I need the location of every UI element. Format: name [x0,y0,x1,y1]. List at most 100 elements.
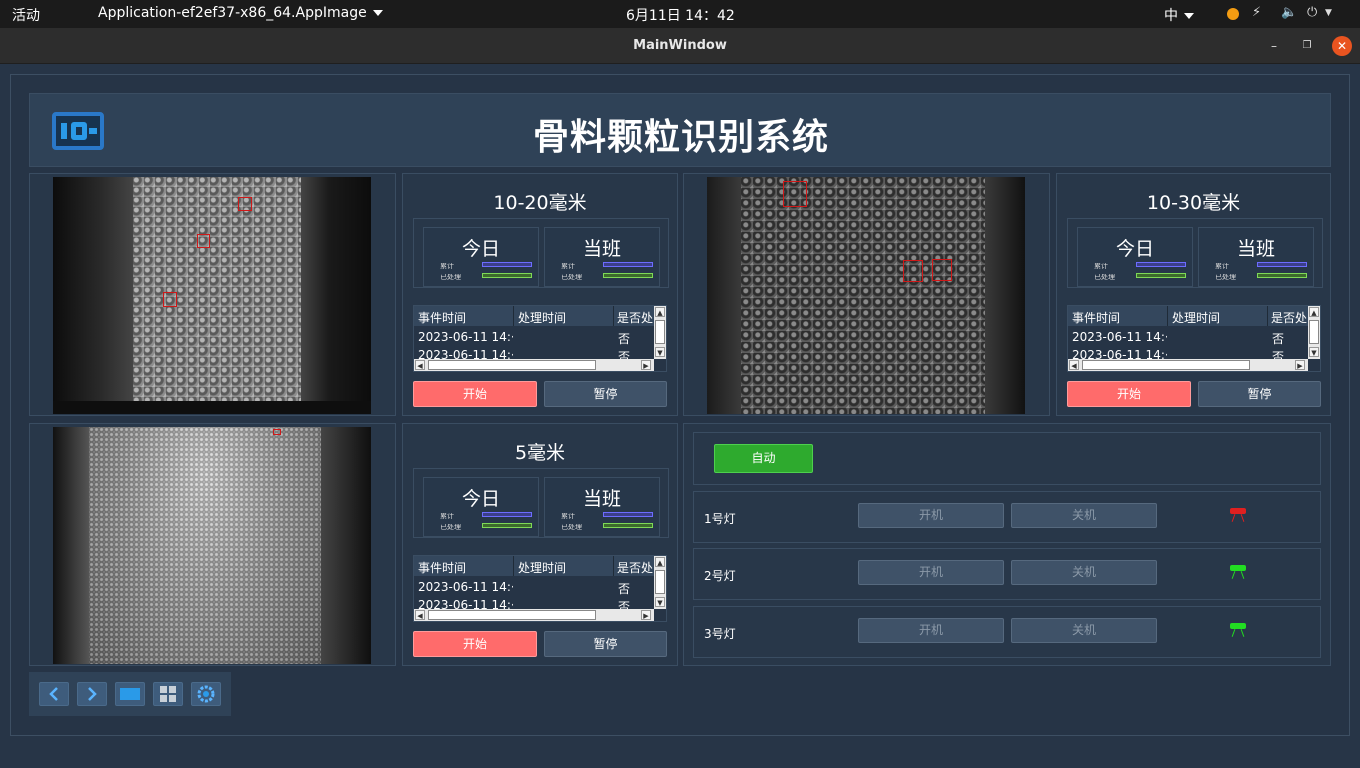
lamp-on-button[interactable]: 开机 [858,618,1004,643]
horizontal-scrollbar[interactable]: ◀ ▶ [1068,359,1308,371]
scroll-down-icon[interactable]: ▼ [655,347,665,357]
column-header-handled[interactable]: 是否处 [1271,309,1308,326]
table-row[interactable]: 2023-06-11 14:··· 否 [1068,328,1308,346]
pause-button[interactable]: 暂停 [1198,381,1321,407]
event-table[interactable]: 事件时间 处理时间 是否处 2023-06-11 14:··· 否 2023-0… [413,555,667,622]
mini-label: 已处理 [440,274,461,280]
lamp-off-button[interactable]: 关机 [1011,503,1157,528]
lamp-on-button[interactable]: 开机 [858,560,1004,585]
lamp-status-icon [1228,623,1248,639]
power-menu-chevron-icon[interactable]: ▼ [1325,8,1332,18]
scroll-left-icon[interactable]: ◀ [415,610,425,620]
power-icon[interactable]: ⏻ [1307,5,1317,20]
table-header: 事件时间 处理时间 是否处 [414,306,654,326]
pause-button[interactable]: 暂停 [544,381,667,407]
camera-feed-2 [707,177,1025,414]
handled-bar [603,523,653,528]
counter-cards: 今日 累计 已处理 当班 累计 已处理 [1067,218,1323,288]
column-header-event-time[interactable]: 事件时间 [418,559,510,576]
clock[interactable]: 6月11日 14：42 [626,5,735,25]
chevron-down-icon [1184,13,1194,19]
handled-bar [482,523,532,528]
close-icon[interactable]: ✕ [1332,36,1352,56]
lamp-off-button[interactable]: 关机 [1011,618,1157,643]
input-method-menu[interactable]: 中 [1164,5,1194,25]
event-table[interactable]: 事件时间 处理时间 是否处 2023-06-11 14:··· 否 2023-0… [413,305,667,372]
column-header-event-time[interactable]: 事件时间 [418,309,510,326]
mini-label: 已处理 [1215,274,1236,280]
mini-label: 已处理 [561,524,582,530]
volume-icon[interactable]: 🔈 [1281,5,1297,20]
column-header-handled-time[interactable]: 处理时间 [518,559,610,576]
scroll-right-icon[interactable]: ▶ [641,610,651,620]
table-row[interactable]: 2023-06-11 14:··· 否 [414,328,654,346]
vertical-scrollbar[interactable]: ▲ ▼ [1308,306,1320,359]
lamp-row-3: 3号灯 开机 关机 [693,606,1321,658]
today-label: 今日 [461,238,500,260]
today-label: 今日 [1115,238,1154,260]
pause-button[interactable]: 暂停 [544,631,667,657]
single-view-icon[interactable] [115,682,145,706]
system-top-bar: 活动 Application-ef2ef37-x86_64.AppImage 6… [0,0,1360,28]
scroll-down-icon[interactable]: ▼ [1309,347,1319,357]
shift-card: 当班 累计 已处理 [544,227,660,287]
scroll-up-icon[interactable]: ▲ [1309,307,1319,317]
scroll-up-icon[interactable]: ▲ [655,557,665,567]
camera-panel-2 [683,173,1050,416]
mini-label: 累计 [1094,263,1108,269]
start-button[interactable]: 开始 [413,381,537,407]
input-method-label: 中 [1164,8,1178,24]
chevron-right-icon[interactable] [77,682,107,706]
vertical-scrollbar[interactable]: ▲ ▼ [654,306,666,359]
column-header-handled-time[interactable]: 处理时间 [1172,309,1264,326]
window-title-bar: MainWindow – ❐ ✕ [0,28,1360,64]
scroll-right-icon[interactable]: ▶ [641,360,651,370]
auto-mode-row: 自动 [693,432,1321,485]
handled-bar [482,273,532,278]
start-button[interactable]: 开始 [1067,381,1191,407]
chevron-left-icon[interactable] [39,682,69,706]
scroll-up-icon[interactable]: ▲ [655,307,665,317]
column-header-handled[interactable]: 是否处 [617,309,654,326]
detection-box [273,429,281,435]
settings-icon[interactable] [191,682,221,706]
today-label: 今日 [461,488,500,510]
scroll-right-icon[interactable]: ▶ [1295,360,1305,370]
lamp-on-button[interactable]: 开机 [858,503,1004,528]
scroll-left-icon[interactable]: ◀ [1069,360,1079,370]
grid-view-icon[interactable] [153,682,183,706]
lamp-row-2: 2号灯 开机 关机 [693,548,1321,600]
horizontal-scrollbar[interactable]: ◀ ▶ [414,359,654,371]
maximize-icon[interactable]: ❐ [1297,36,1317,56]
horizontal-scrollbar[interactable]: ◀ ▶ [414,609,654,621]
today-card: 今日 累计 已处理 [1077,227,1193,287]
column-header-handled-time[interactable]: 处理时间 [518,309,610,326]
total-bar [603,262,653,267]
lamp-status-icon [1228,508,1248,524]
scroll-down-icon[interactable]: ▼ [655,597,665,607]
column-header-event-time[interactable]: 事件时间 [1072,309,1164,326]
mini-label: 累计 [440,263,454,269]
column-header-handled[interactable]: 是否处 [617,559,654,576]
event-time-cell: 2023-06-11 14:··· [1072,330,1167,344]
lamp-off-button[interactable]: 关机 [1011,560,1157,585]
view-toolbar [29,672,231,716]
start-button[interactable]: 开始 [413,631,537,657]
app-menu[interactable]: Application-ef2ef37-x86_64.AppImage [98,5,383,21]
activities-button[interactable]: 活动 [12,5,40,25]
auto-button[interactable]: 自动 [714,444,813,473]
notification-dot-icon[interactable] [1227,8,1239,20]
detection-box [238,197,252,211]
minimize-icon[interactable]: – [1264,36,1284,56]
lamp-label: 1号灯 [704,512,736,526]
event-table[interactable]: 事件时间 处理时间 是否处 2023-06-11 14:··· 否 2023-0… [1067,305,1321,372]
mini-label: 累计 [561,513,575,519]
mini-label: 累计 [1215,263,1229,269]
vertical-scrollbar[interactable]: ▲ ▼ [654,556,666,609]
lamp-row-1: 1号灯 开机 关机 [693,491,1321,543]
table-row[interactable]: 2023-06-11 14:··· 否 [414,578,654,596]
scroll-left-icon[interactable]: ◀ [415,360,425,370]
mini-label: 累计 [561,263,575,269]
network-icon[interactable]: ⚡ [1252,5,1261,20]
stats-panel-5: 5毫米 今日 累计 已处理 当班 累计 已处理 事件时间 处理时间 是否处 20… [402,423,678,666]
